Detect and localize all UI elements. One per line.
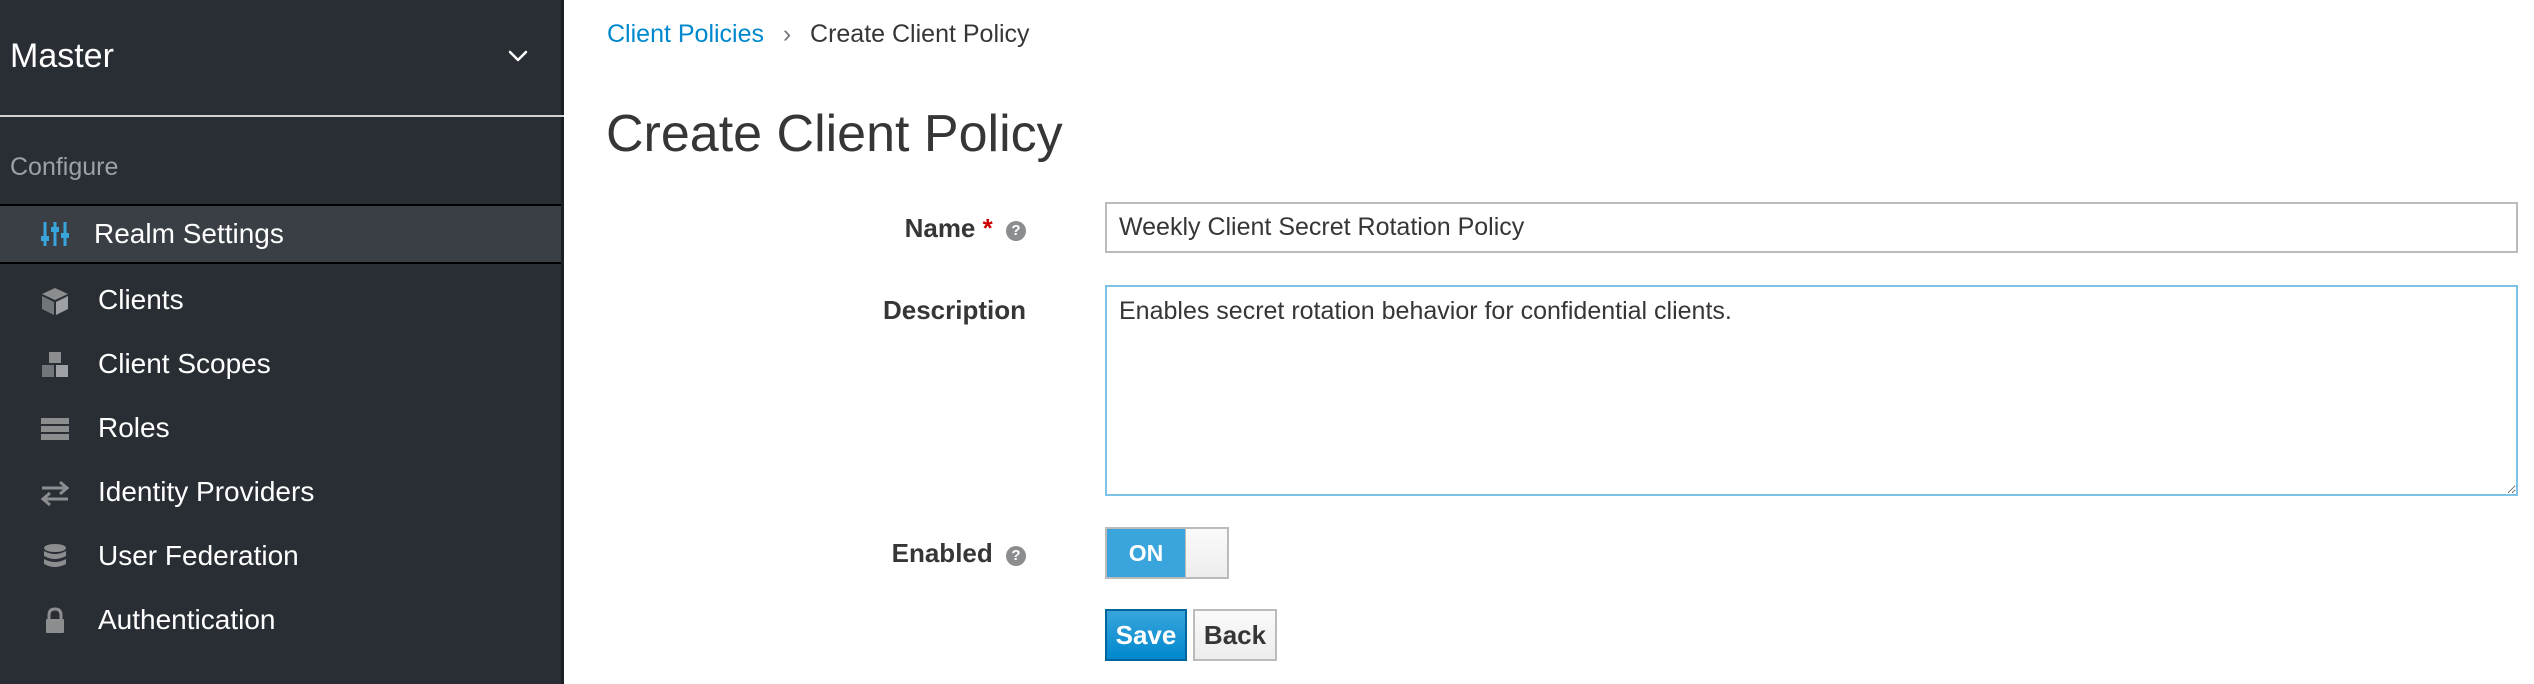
sidebar-item-label: Identity Providers bbox=[98, 476, 315, 507]
lock-icon bbox=[46, 607, 64, 633]
sidebar-item-user-federation[interactable]: User Federation bbox=[0, 526, 561, 586]
save-button[interactable]: Save bbox=[1105, 609, 1187, 661]
section-label-configure: Configure bbox=[10, 153, 119, 181]
exchange-icon bbox=[40, 480, 70, 507]
sidebar-item-identity-providers[interactable]: Identity Providers bbox=[0, 462, 561, 522]
breadcrumb-separator: › bbox=[782, 20, 792, 48]
cube-icon bbox=[42, 288, 68, 315]
enabled-label-text: Enabled bbox=[891, 538, 993, 568]
name-field-label: Name * ? bbox=[905, 212, 1026, 244]
cubes-icon bbox=[42, 352, 68, 377]
name-input[interactable] bbox=[1105, 202, 2518, 253]
breadcrumb: Client Policies › Create Client Policy bbox=[607, 18, 1030, 50]
sidebar-item-label: Realm Settings bbox=[94, 218, 284, 249]
sidebar-item-label: Roles bbox=[98, 412, 170, 443]
server-icon bbox=[41, 418, 69, 440]
chevron-down-icon bbox=[508, 50, 528, 62]
sidebar-item-label: Authentication bbox=[98, 604, 276, 635]
sidebar-item-label: User Federation bbox=[98, 540, 299, 571]
back-button[interactable]: Back bbox=[1193, 609, 1277, 661]
sidebar-item-clients[interactable]: Clients bbox=[0, 270, 561, 330]
description-textarea[interactable]: Enables secret rotation behavior for con… bbox=[1105, 285, 2518, 496]
help-icon[interactable]: ? bbox=[1006, 221, 1026, 241]
enabled-field-label: Enabled ? bbox=[892, 537, 1026, 569]
breadcrumb-current: Create Client Policy bbox=[810, 20, 1030, 48]
sidebar-item-label: Client Scopes bbox=[98, 348, 271, 379]
sidebar-item-realm-settings[interactable]: Realm Settings bbox=[0, 204, 561, 264]
toggle-knob bbox=[1185, 529, 1227, 577]
description-label-text: Description bbox=[882, 295, 1026, 325]
sidebar-item-authentication[interactable]: Authentication bbox=[0, 590, 561, 650]
database-icon bbox=[44, 544, 66, 567]
name-label-text: Name bbox=[904, 213, 976, 243]
page-title: Create Client Policy bbox=[606, 105, 1063, 163]
sidebar-item-roles[interactable]: Roles bbox=[0, 398, 561, 458]
sliders-icon bbox=[41, 222, 69, 246]
realm-name: Master bbox=[10, 37, 114, 75]
help-icon[interactable]: ? bbox=[1006, 546, 1026, 566]
breadcrumb-link-client-policies[interactable]: Client Policies bbox=[607, 20, 764, 48]
toggle-on-label: ON bbox=[1107, 529, 1185, 577]
sidebar-item-client-scopes[interactable]: Client Scopes bbox=[0, 334, 561, 394]
sidebar-item-label: Clients bbox=[98, 284, 184, 315]
enabled-toggle[interactable]: ON bbox=[1105, 527, 1229, 579]
description-field-label: Description bbox=[883, 294, 1026, 326]
realm-selector[interactable]: Master bbox=[0, 0, 564, 117]
required-marker: * bbox=[982, 213, 993, 243]
app: Master Configure Realm Settings Clients … bbox=[0, 0, 2534, 684]
sidebar: Master Configure Realm Settings Clients … bbox=[0, 0, 564, 684]
